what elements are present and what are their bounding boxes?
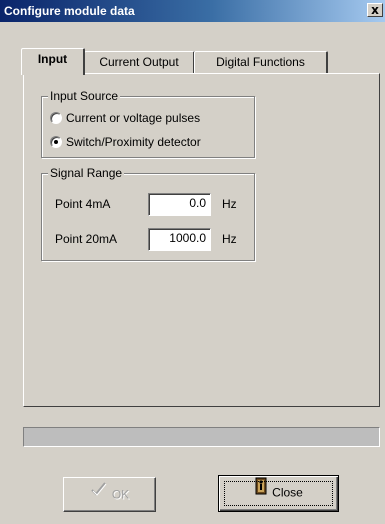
point-20ma-label: Point 20mA	[55, 232, 118, 246]
configure-module-window: Configure module data x Input Current Ou…	[0, 0, 385, 524]
progress-bar	[23, 427, 380, 447]
close-window-button[interactable]: x	[367, 3, 383, 17]
title-bar[interactable]: Configure module data x	[0, 0, 385, 22]
input-source-group: Input Source Current or voltage pulses S…	[41, 89, 255, 158]
checkmark-icon	[90, 477, 108, 510]
radio-label[interactable]: Switch/Proximity detector	[66, 135, 201, 150]
input-source-legend: Input Source	[48, 89, 121, 103]
ok-label: OK	[111, 487, 130, 502]
point-20ma-unit: Hz	[222, 232, 237, 246]
radio-label[interactable]: Current or voltage pulses	[66, 111, 200, 126]
point-4ma-input[interactable]: 0.0	[148, 193, 211, 216]
tab-input[interactable]: Input	[21, 48, 85, 75]
tab-digital-functions[interactable]: Digital Functions	[194, 51, 328, 75]
focus-rect	[224, 481, 333, 506]
input-tab-panel: Input Source Current or voltage pulses S…	[23, 73, 380, 407]
radio-dot	[54, 140, 58, 144]
radio-circle-selected[interactable]	[50, 136, 62, 148]
tab-current-output[interactable]: Current Output	[84, 51, 195, 75]
window-title: Configure module data	[4, 4, 135, 18]
radio-circle[interactable]	[50, 112, 62, 124]
close-button[interactable]: Close	[218, 475, 339, 512]
ok-button[interactable]: OK	[63, 477, 156, 512]
signal-range-legend: Signal Range	[48, 166, 125, 180]
point-4ma-label: Point 4mA	[55, 197, 111, 211]
point-4ma-unit: Hz	[222, 197, 237, 211]
signal-range-group: Signal Range Point 4mA 0.0 Hz Point 20mA…	[41, 166, 255, 261]
point-20ma-input[interactable]: 1000.0	[148, 228, 211, 251]
